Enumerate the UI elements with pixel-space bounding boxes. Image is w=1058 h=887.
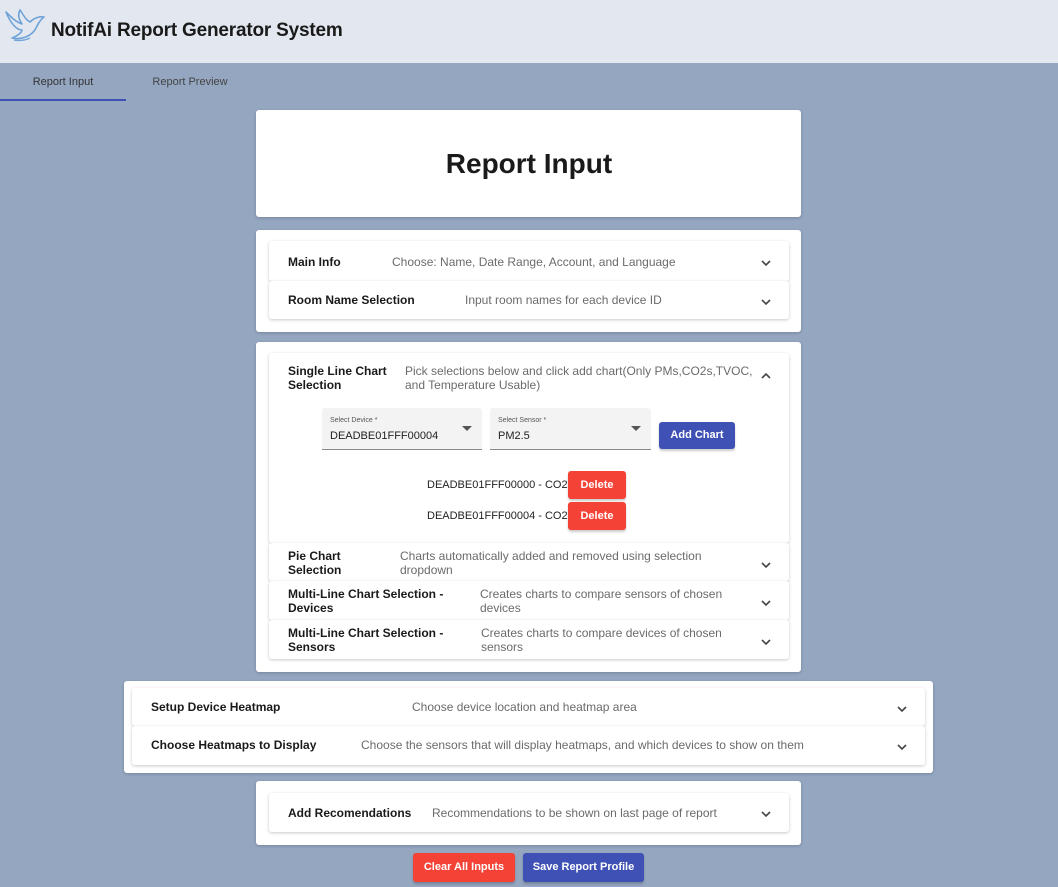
- recommendations-title: Add Recomendations: [288, 806, 412, 820]
- select-device-value: DEADBE01FFF00004: [330, 430, 439, 442]
- main-info-desc: Choose: Name, Date Range, Account, and L…: [392, 255, 676, 269]
- multi-sensors-title-line2: Sensors: [288, 640, 336, 654]
- select-device-label: Select Device *: [330, 417, 378, 424]
- main-info-panel[interactable]: Main Info Choose: Name, Date Range, Acco…: [269, 241, 789, 281]
- chevron-down-icon[interactable]: [759, 596, 773, 610]
- delete-chart-button[interactable]: Delete: [568, 471, 626, 499]
- caret-down-icon: [631, 426, 641, 431]
- room-name-panel[interactable]: Room Name Selection Input room names for…: [269, 281, 789, 319]
- chevron-down-icon[interactable]: [759, 635, 773, 649]
- chevron-down-icon[interactable]: [759, 295, 773, 309]
- select-device-dropdown[interactable]: Select Device * DEADBE01FFF00004: [322, 408, 482, 450]
- tab-report-preview[interactable]: Report Preview: [126, 63, 254, 101]
- multi-sensors-title-line1: Multi-Line Chart Selection -: [288, 626, 444, 640]
- chevron-down-icon[interactable]: [759, 558, 773, 572]
- room-name-desc: Input room names for each device ID: [465, 293, 662, 307]
- recommendations-panel[interactable]: Add Recomendations Recommendations to be…: [269, 793, 789, 832]
- app-title: NotifAi Report Generator System: [51, 20, 343, 41]
- add-chart-button[interactable]: Add Chart: [659, 422, 735, 449]
- chevron-down-icon[interactable]: [759, 256, 773, 270]
- chevron-up-icon[interactable]: [759, 369, 773, 383]
- select-sensor-value: PM2.5: [498, 430, 530, 442]
- room-name-title: Room Name Selection: [288, 293, 415, 307]
- chevron-down-icon[interactable]: [895, 702, 909, 716]
- select-sensor-dropdown[interactable]: Select Sensor * PM2.5: [490, 408, 651, 450]
- page-title: Report Input: [445, 148, 613, 179]
- chevron-down-icon[interactable]: [895, 740, 909, 754]
- multi-line-sensors-panel[interactable]: Multi-Line Chart Selection - Sensors Cre…: [269, 620, 789, 659]
- select-sensor-label: Select Sensor *: [498, 417, 547, 424]
- caret-down-icon: [462, 426, 472, 431]
- multi-devices-desc-line1: Creates charts to compare sensors of cho…: [480, 587, 723, 601]
- tab-report-input[interactable]: Report Input: [0, 63, 126, 101]
- setup-heatmap-panel[interactable]: Setup Device Heatmap Choose device locat…: [132, 688, 925, 726]
- display-heatmaps-panel[interactable]: Choose Heatmaps to Display Choose the se…: [132, 726, 925, 765]
- app-bar: NotifAi Report Generator System: [0, 0, 1058, 63]
- dove-logo-icon: [5, 9, 45, 42]
- multi-devices-desc-line2: devices: [480, 601, 521, 615]
- clear-all-inputs-button[interactable]: Clear All Inputs: [413, 853, 515, 882]
- single-line-desc-line1: Pick selections below and click add char…: [405, 364, 753, 378]
- single-line-chart-panel: Single Line Chart Selection Pick selecti…: [269, 353, 789, 543]
- chevron-down-icon[interactable]: [759, 807, 773, 821]
- pie-chart-desc-line2: dropdown: [400, 563, 453, 577]
- display-heatmaps-title: Choose Heatmaps to Display: [151, 738, 317, 752]
- pie-chart-title-line1: Pie Chart: [288, 549, 341, 563]
- recommendations-section: Add Recomendations Recommendations to be…: [256, 781, 801, 845]
- pie-chart-title-line2: Selection: [288, 563, 342, 577]
- multi-sensors-desc-line1: Creates charts to compare devices of cho…: [481, 626, 722, 640]
- save-report-profile-button[interactable]: Save Report Profile: [523, 853, 644, 882]
- chart-section: Single Line Chart Selection Pick selecti…: [256, 342, 801, 672]
- chart-item-label: DEADBE01FFF00004 - CO2: [427, 510, 568, 522]
- recommendations-desc: Recommendations to be shown on last page…: [432, 806, 717, 820]
- multi-devices-title-line1: Multi-Line Chart Selection -: [288, 587, 444, 601]
- main-info-title: Main Info: [288, 255, 341, 269]
- display-heatmaps-desc: Choose the sensors that will display hea…: [361, 738, 804, 752]
- pie-chart-desc-line1: Charts automatically added and removed u…: [400, 549, 702, 563]
- pie-chart-panel[interactable]: Pie Chart Selection Charts automatically…: [269, 543, 789, 581]
- delete-chart-button[interactable]: Delete: [568, 502, 626, 530]
- tab-bar: Report Input Report Preview: [0, 63, 1058, 101]
- multi-line-devices-panel[interactable]: Multi-Line Chart Selection - Devices Cre…: [269, 581, 789, 620]
- setup-heatmap-title: Setup Device Heatmap: [151, 700, 281, 714]
- chart-item-label: DEADBE01FFF00000 - CO2: [427, 479, 568, 491]
- single-line-title-line2[interactable]: Selection: [288, 378, 341, 392]
- multi-devices-title-line2: Devices: [288, 601, 334, 615]
- main-info-section: Main Info Choose: Name, Date Range, Acco…: [256, 230, 801, 332]
- single-line-desc-line2: and Temperature Usable): [405, 378, 541, 392]
- setup-heatmap-desc: Choose device location and heatmap area: [412, 700, 637, 714]
- multi-sensors-desc-line2: sensors: [481, 640, 524, 654]
- heatmap-section: Setup Device Heatmap Choose device locat…: [124, 681, 933, 773]
- single-line-title-line1[interactable]: Single Line Chart: [288, 364, 387, 378]
